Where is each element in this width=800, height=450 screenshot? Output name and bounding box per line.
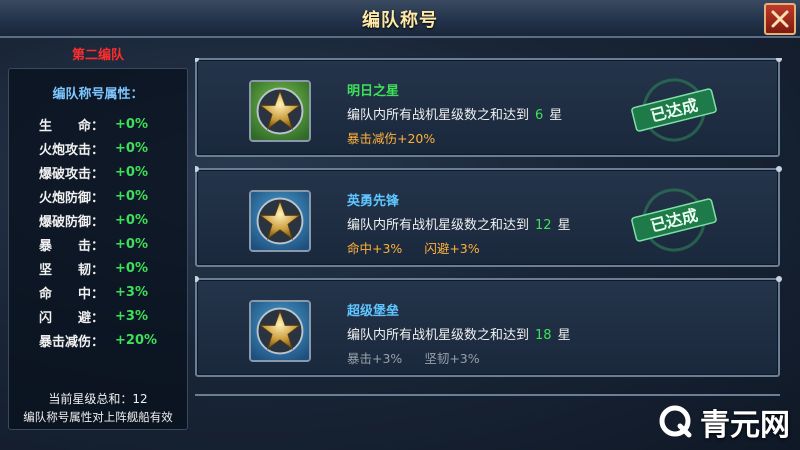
attribute-row: 闪 避： +3% [39, 304, 187, 328]
requirement-stars: 18 [535, 328, 552, 343]
bonus-item: 命中+3% [347, 241, 403, 256]
attribute-label: 命 中： [39, 286, 105, 302]
achieved-stamp: 已达成 [629, 78, 719, 142]
attribute-row: 生 命： +0% [39, 112, 187, 136]
bonus-item: 暴击减伤+20% [347, 131, 436, 146]
attribute-label: 爆破攻击： [39, 166, 105, 182]
requirement-stars: 12 [535, 218, 552, 233]
requirement-stars: 6 [535, 108, 544, 123]
attribute-label: 暴击减伤： [39, 334, 105, 350]
attribute-label: 生 命： [39, 118, 105, 134]
attribute-value: +3% [115, 308, 148, 324]
watermark-text: 青元网 [700, 408, 790, 443]
attribute-label: 火炮防御： [39, 190, 105, 206]
attribute-row: 火炮攻击： +0% [39, 136, 187, 160]
close-icon [771, 10, 789, 28]
attribute-label: 闪 避： [39, 310, 105, 326]
attribute-value: +0% [115, 236, 148, 252]
attribute-panel: 编队称号属性： 生 命： +0% 火炮攻击： +0% 爆破攻击： +0% 火炮防御： +0% 爆… [8, 68, 188, 430]
title-requirement: 编队内所有战机星级数之和达到 6 星 [347, 104, 562, 123]
attribute-value: +0% [115, 188, 148, 204]
title-requirement: 编队内所有战机星级数之和达到 18 星 [347, 324, 571, 343]
achieved-stamp: 已达成 [629, 188, 719, 252]
attribute-value: +0% [115, 116, 148, 132]
attribute-value: +0% [115, 140, 148, 156]
close-button[interactable] [764, 3, 796, 35]
title-bonus: 命中+3% 闪避+3% [347, 238, 502, 257]
requirement-unit: 星 [557, 218, 571, 233]
attribute-row: 坚 韧： +0% [39, 256, 187, 280]
requirement-text: 编队内所有战机星级数之和达到 [347, 108, 530, 123]
attribute-label: 坚 韧： [39, 262, 105, 278]
attribute-value: +3% [115, 284, 148, 300]
title-name: 明日之星 [347, 84, 400, 99]
q-logo-icon [659, 405, 692, 438]
requirement-text: 编队内所有战机星级数之和达到 [347, 218, 530, 233]
star-badge-icon [249, 190, 311, 252]
left-panel: 第二编队 编队称号属性： 生 命： +0% 火炮攻击： +0% 爆破攻击： +0% 火炮防御… [8, 40, 188, 440]
game-window: 编队称号 第二编队 编队称号属性： 生 命： +0% 火炮攻击： +0% 爆破攻击： +0… [0, 0, 800, 450]
title-requirement: 编队内所有战机星级数之和达到 12 星 [347, 214, 571, 233]
title-card[interactable]: 英勇先锋编队内所有战机星级数之和达到 12 星命中+3% 闪避+3% 已达成 [195, 166, 782, 267]
attribute-row: 爆破攻击： +0% [39, 160, 187, 184]
attribute-value: +0% [115, 164, 148, 180]
attribute-list: 生 命： +0% 火炮攻击： +0% 爆破攻击： +0% 火炮防御： +0% 爆破防御： +0% 暴… [9, 112, 187, 352]
attribute-label: 暴 击： [39, 238, 105, 254]
attribute-value: +20% [115, 332, 158, 348]
page-title: 编队称号 [362, 10, 438, 31]
attribute-row: 暴击减伤： +20% [39, 328, 187, 352]
attribute-row: 命 中： +3% [39, 280, 187, 304]
watermark: 青元网 [658, 400, 790, 444]
bonus-item: 坚韧+3% [424, 351, 480, 366]
star-badge-icon [249, 80, 311, 142]
title-bonus: 暴击减伤+20% [347, 128, 457, 147]
attribute-label: 火炮攻击： [39, 142, 105, 158]
star-badge-icon [249, 300, 311, 362]
total-stars: 当前星级总和：12 [48, 392, 148, 406]
title-name: 超级堡垒 [347, 304, 400, 319]
attribute-value: +0% [115, 260, 148, 276]
attribute-row: 暴 击： +0% [39, 232, 187, 256]
attribute-label: 爆破防御： [39, 214, 105, 230]
requirement-unit: 星 [557, 328, 571, 343]
title-card[interactable]: 明日之星编队内所有战机星级数之和达到 6 星暴击减伤+20% 已达成 [195, 58, 782, 157]
title-card[interactable]: 超级堡垒编队内所有战机星级数之和达到 18 星暴击+3% 坚韧+3% [195, 276, 782, 377]
bonus-item: 暴击+3% [347, 351, 403, 366]
title-bar: 编队称号 [0, 0, 800, 38]
requirement-unit: 星 [549, 108, 563, 123]
title-name: 英勇先锋 [347, 194, 400, 209]
title-bonus: 暴击+3% 坚韧+3% [347, 348, 502, 367]
attribute-title: 编队称号属性： [52, 87, 144, 102]
title-list[interactable]: 明日之星 编队内所有战机星级数之和达到 6 星暴击减伤+20% 已达成 英勇先锋 编队内所有… [195, 58, 785, 398]
requirement-text: 编队内所有战机星级数之和达到 [347, 328, 530, 343]
team-name[interactable]: 第二编队 [8, 44, 188, 63]
attribute-value: +0% [115, 212, 148, 228]
bonus-item: 闪避+3% [424, 241, 480, 256]
effect-note: 编队称号属性对上阵舰船有效 [23, 410, 173, 424]
attribute-row: 爆破防御： +0% [39, 208, 187, 232]
attribute-row: 火炮防御： +0% [39, 184, 187, 208]
